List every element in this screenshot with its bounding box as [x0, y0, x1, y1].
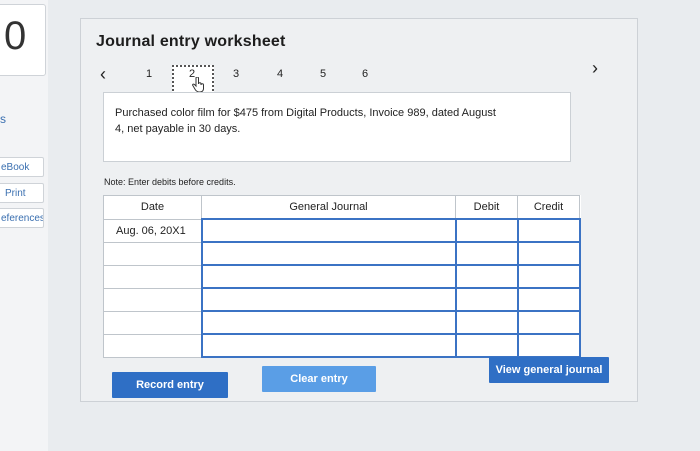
table-row — [103, 310, 581, 335]
credit-input[interactable] — [516, 333, 581, 358]
clear-entry-button[interactable]: Clear entry — [262, 366, 376, 392]
page-tab-5[interactable]: 5 — [320, 68, 326, 80]
credit-input[interactable] — [516, 287, 581, 312]
debit-input[interactable] — [454, 241, 519, 266]
credit-input[interactable] — [516, 241, 581, 266]
instruction-note: Note: Enter debits before credits. — [104, 177, 236, 187]
sidebar-item-print[interactable]: Print — [0, 183, 44, 203]
date-cell — [103, 333, 202, 358]
question-box: Purchased color film for $475 from Digit… — [103, 92, 571, 162]
record-entry-button[interactable]: Record entry — [112, 372, 228, 398]
hand-pointer-icon — [191, 77, 204, 93]
account-input[interactable] — [200, 218, 457, 243]
debit-input[interactable] — [454, 218, 519, 243]
table-row — [103, 287, 581, 312]
date-cell: Aug. 06, 20X1 — [103, 218, 202, 243]
credit-input[interactable] — [516, 264, 581, 289]
table-header-row: Date General Journal Debit Credit — [103, 195, 580, 220]
date-cell — [103, 241, 202, 266]
debit-input[interactable] — [454, 264, 519, 289]
debit-input[interactable] — [454, 333, 519, 358]
table-row — [103, 333, 581, 358]
account-input[interactable] — [200, 333, 457, 358]
account-input[interactable] — [200, 241, 457, 266]
table-row — [103, 264, 581, 289]
question-text-line1: Purchased color film for $475 from Digit… — [115, 107, 496, 119]
credit-input[interactable] — [516, 310, 581, 335]
question-text-line2: 4, net payable in 30 days. — [115, 123, 241, 135]
date-cell — [103, 264, 202, 289]
page-tab-4[interactable]: 4 — [277, 68, 283, 80]
general-journal-column-header: General Journal — [201, 195, 456, 220]
journal-table: Date General Journal Debit Credit Aug. 0… — [103, 195, 581, 358]
page-tab-3[interactable]: 3 — [233, 68, 239, 80]
sidebar-item-references[interactable]: eferences — [0, 208, 44, 228]
chevron-left-icon[interactable]: ‹ — [100, 64, 106, 85]
worksheet-title: Journal entry worksheet — [96, 33, 286, 50]
sidebar-section-label: s — [0, 112, 6, 126]
date-column-header: Date — [103, 195, 202, 220]
table-row — [103, 241, 581, 266]
table-row: Aug. 06, 20X1 — [103, 218, 581, 243]
account-input[interactable] — [200, 310, 457, 335]
debit-input[interactable] — [454, 310, 519, 335]
page-tab-1[interactable]: 1 — [146, 68, 152, 80]
debit-column-header: Debit — [455, 195, 518, 220]
debit-input[interactable] — [454, 287, 519, 312]
date-cell — [103, 310, 202, 335]
account-input[interactable] — [200, 264, 457, 289]
view-general-journal-button[interactable]: View general journal — [489, 357, 609, 383]
score-digit: 0 — [4, 14, 27, 58]
sidebar-item-ebook[interactable]: eBook — [0, 157, 44, 177]
date-cell — [103, 287, 202, 312]
chevron-right-icon[interactable]: › — [592, 58, 598, 79]
account-input[interactable] — [200, 287, 457, 312]
page-tab-6[interactable]: 6 — [362, 68, 368, 80]
credit-column-header: Credit — [517, 195, 580, 220]
credit-input[interactable] — [516, 218, 581, 243]
